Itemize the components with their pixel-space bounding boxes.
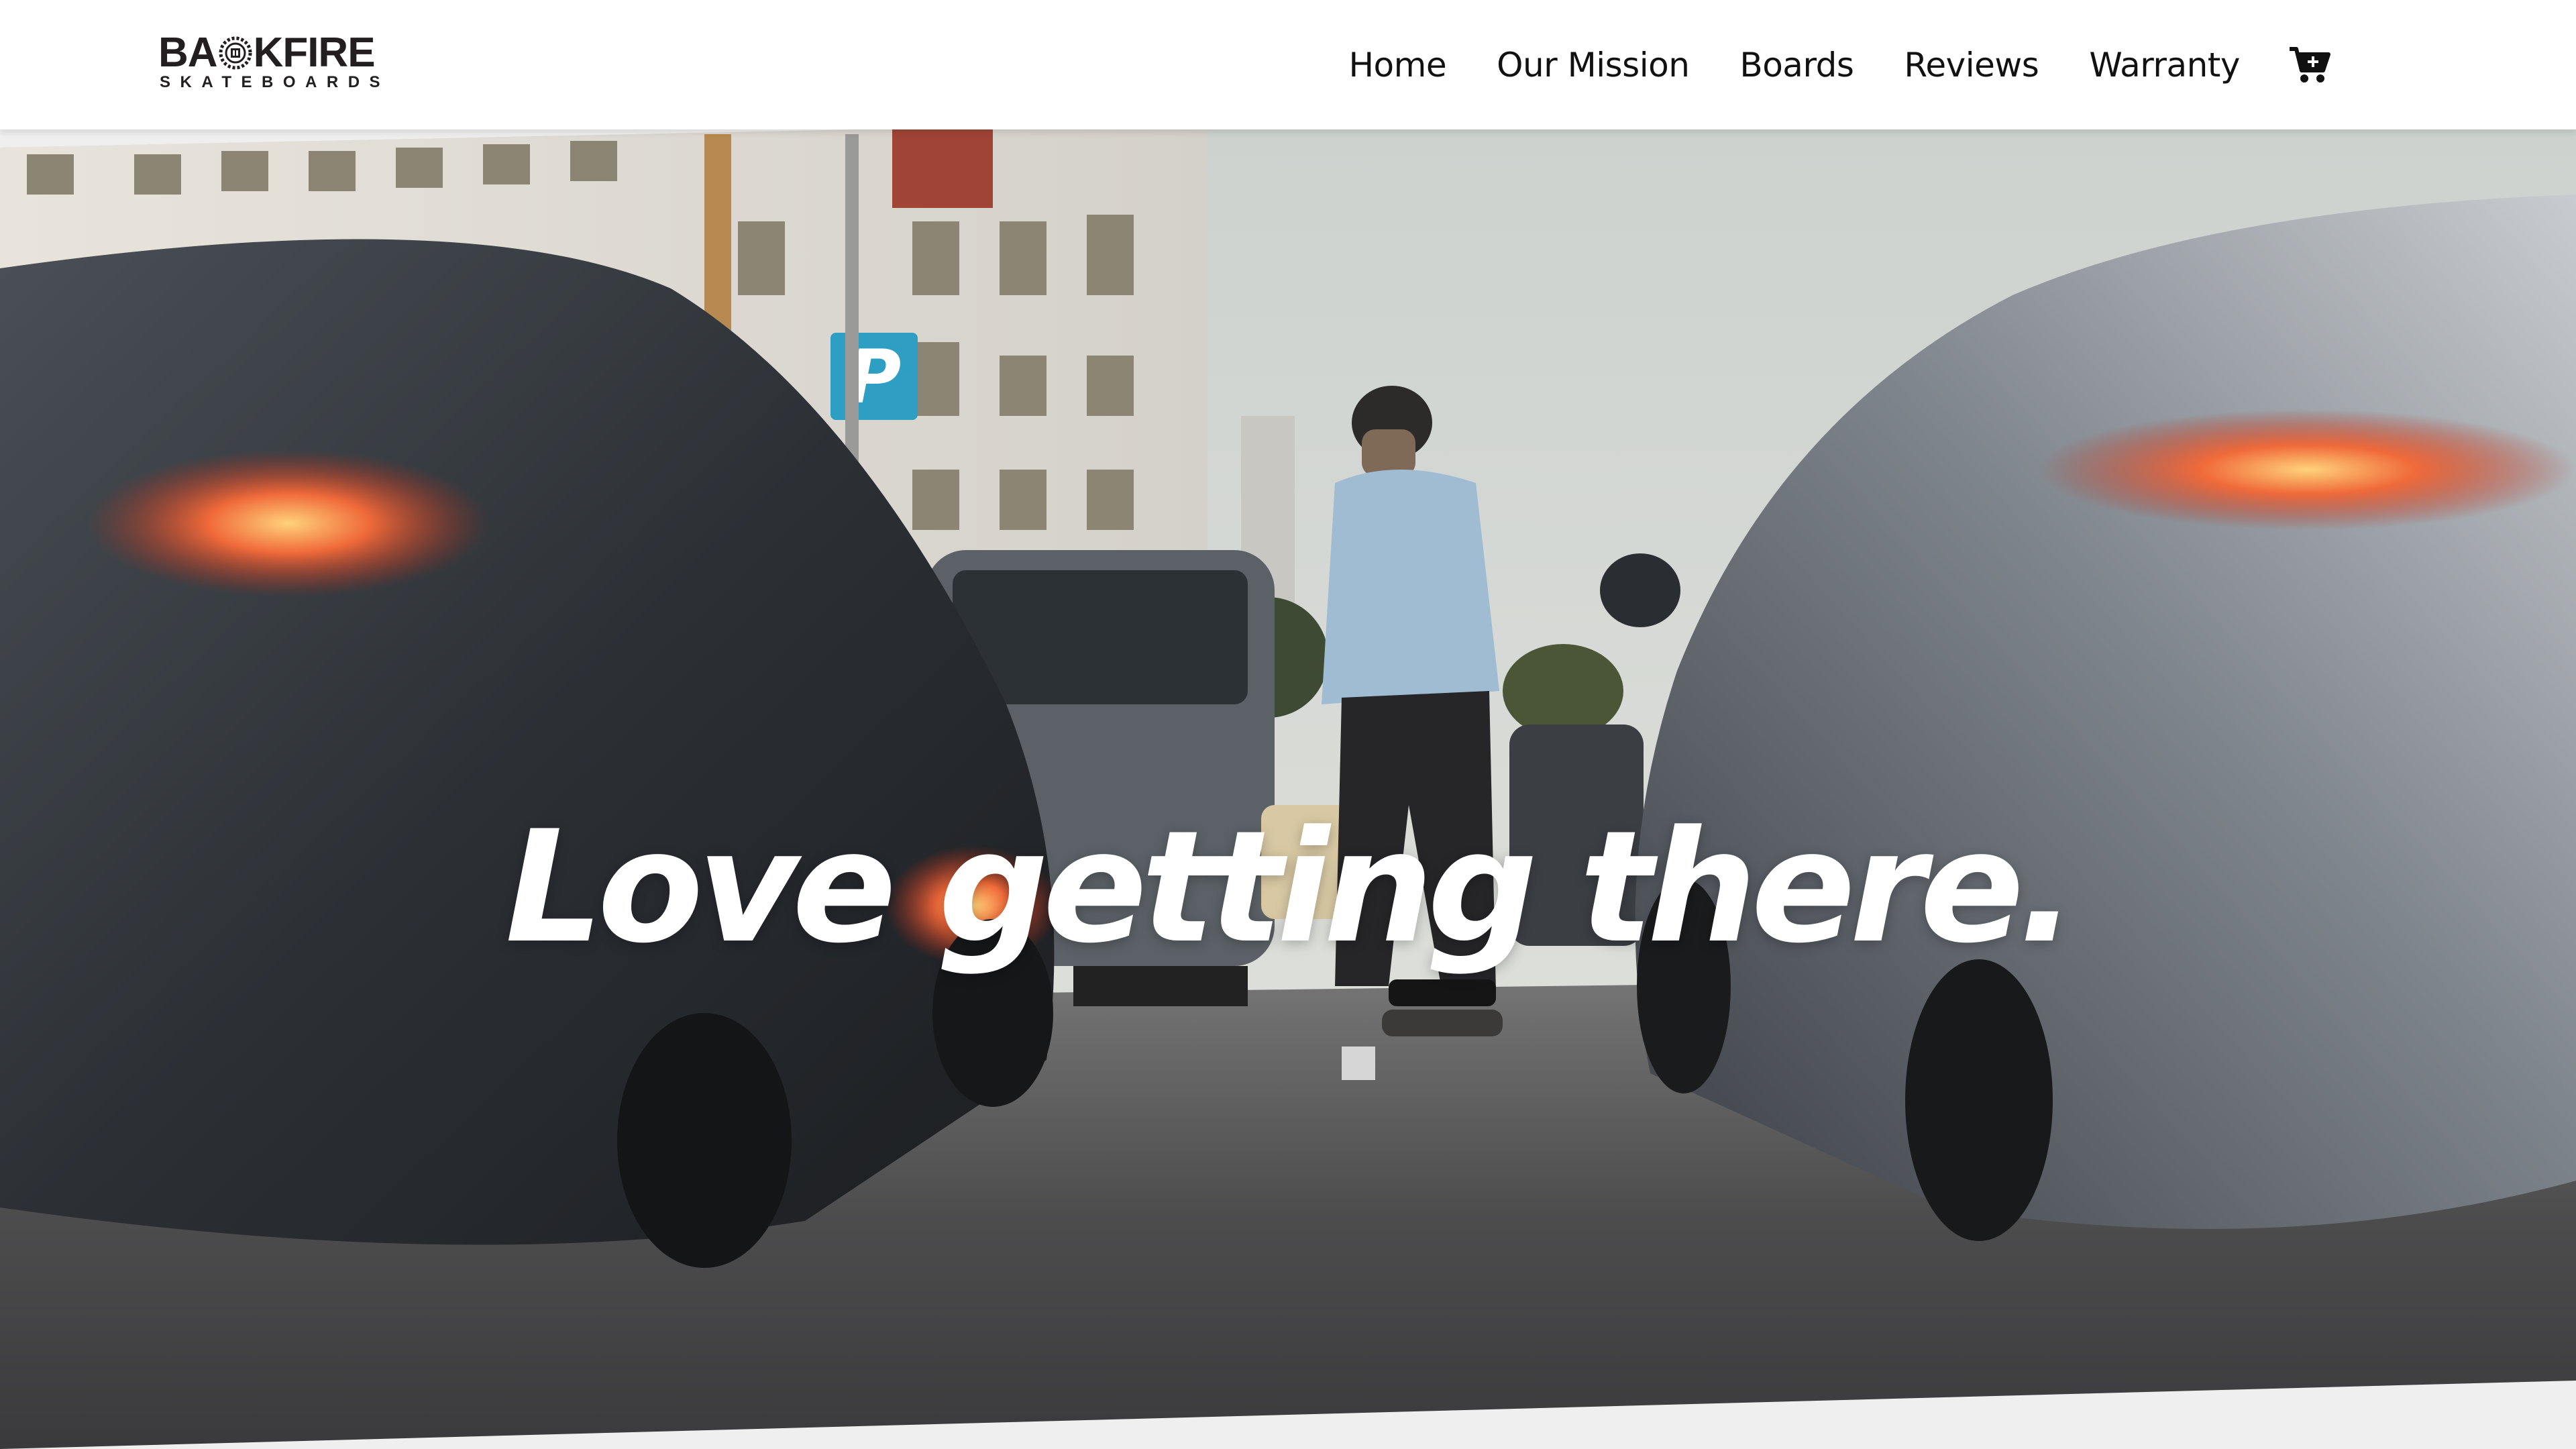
logo-text-left: BA (158, 30, 218, 76)
nav-reviews[interactable]: Reviews (1904, 46, 2039, 85)
nav-our-mission[interactable]: Our Mission (1497, 46, 1690, 85)
skate-wheel-icon (219, 36, 252, 70)
logo-wordmark: BA KFIRE (158, 30, 376, 76)
nav-boards[interactable]: Boards (1739, 46, 1854, 85)
nav-home[interactable]: Home (1348, 46, 1446, 85)
brand-logo[interactable]: BA KFIRE SKATEBOARDS (158, 32, 386, 94)
main-nav: Home Our Mission Boards Reviews Warranty (1348, 0, 2331, 129)
shopping-cart-icon[interactable] (2288, 44, 2331, 87)
hero-background-image: P (0, 129, 2576, 1449)
hero-section: P Love getting there. (0, 129, 2576, 1449)
page: BA KFIRE SKATEBOARDS Home Our Mission Bo… (0, 0, 2576, 1449)
logo-text-right: KFIRE (253, 30, 376, 76)
hero-headline: Love getting there. (505, 798, 2077, 978)
site-header: BA KFIRE SKATEBOARDS Home Our Mission Bo… (0, 0, 2576, 129)
logo-tagline: SKATEBOARDS (160, 73, 390, 91)
nav-warranty[interactable]: Warranty (2089, 46, 2240, 85)
